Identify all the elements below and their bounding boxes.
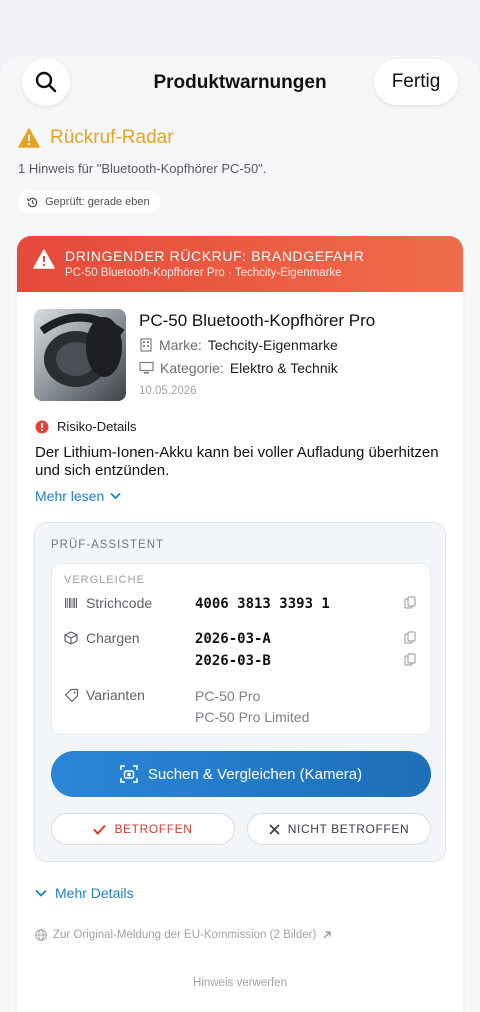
copy-icon[interactable] bbox=[404, 653, 416, 667]
more-details-label: Mehr Details bbox=[55, 885, 134, 901]
warning-icon bbox=[18, 128, 40, 148]
variant-value: PC-50 Pro Limited bbox=[195, 709, 310, 725]
affected-label: BETROFFEN bbox=[114, 822, 193, 836]
batch-value: 2026-03-B bbox=[195, 653, 271, 669]
scan-compare-label: Suchen & Vergleichen (Kamera) bbox=[147, 765, 363, 783]
not-affected-button[interactable]: NICHT BETROFFEN bbox=[247, 813, 431, 845]
globe-icon bbox=[35, 929, 47, 941]
brand-row: Marke: Techcity-Eigenmarke bbox=[139, 337, 338, 353]
affected-button[interactable]: BETROFFEN bbox=[51, 813, 235, 845]
recall-radar-title: Rückruf-Radar bbox=[18, 127, 174, 149]
brand-value: Techcity-Eigenmarke bbox=[207, 337, 338, 353]
building-icon bbox=[140, 338, 152, 352]
category-row: Kategorie: Elektro & Technik bbox=[139, 360, 338, 376]
barcode-value: 4006 3813 3393 1 bbox=[195, 596, 330, 612]
compare-box: VERGLEICHE Strichcode 4006 3813 3393 1 C… bbox=[51, 563, 431, 735]
urgent-recall-banner: DRINGENDER RÜCKRUF: BRANDGEFAHR PC-50 Bl… bbox=[17, 236, 463, 292]
brand-label: Marke: bbox=[159, 337, 202, 353]
hint-count-text: 1 Hinweis für "Bluetooth-Kopfhörer PC-50… bbox=[18, 161, 267, 176]
recall-card: DRINGENDER RÜCKRUF: BRANDGEFAHR PC-50 Bl… bbox=[17, 236, 463, 1012]
read-more-label: Mehr lesen bbox=[35, 488, 105, 504]
product-name: PC-50 Bluetooth-Kopfhörer Pro bbox=[139, 311, 376, 330]
read-more-link[interactable]: Mehr lesen bbox=[35, 488, 121, 504]
check-assistant-panel: PRÜF-ASSISTENT VERGLEICHE Strichcode 400… bbox=[34, 522, 446, 862]
category-label: Kategorie: bbox=[160, 360, 224, 376]
recall-date: 10.05.2026 bbox=[139, 385, 197, 397]
variants-label: Varianten bbox=[86, 687, 145, 703]
monitor-icon bbox=[139, 361, 154, 374]
category-value: Elektro & Technik bbox=[229, 360, 338, 376]
check-icon bbox=[93, 824, 107, 835]
risk-description: Der Lithium-Ionen-Akku kann bei voller A… bbox=[35, 444, 439, 479]
close-icon bbox=[269, 823, 280, 835]
scan-compare-button[interactable]: Suchen & Vergleichen (Kamera) bbox=[51, 751, 431, 797]
done-button[interactable]: Fertig bbox=[374, 59, 458, 105]
more-details-link[interactable]: Mehr Details bbox=[35, 885, 134, 901]
warning-icon bbox=[33, 249, 55, 269]
batches-label: Chargen bbox=[86, 630, 140, 646]
history-icon bbox=[26, 197, 38, 207]
original-report-label: Zur Original-Meldung der EU-Kommission (… bbox=[53, 929, 317, 941]
dismiss-hint-button[interactable]: Hinweis verwerfen bbox=[17, 977, 463, 989]
checked-status-chip: Geprüft: gerade eben bbox=[18, 191, 160, 213]
banner-title: DRINGENDER RÜCKRUF: BRANDGEFAHR bbox=[65, 248, 365, 264]
external-link-icon bbox=[323, 931, 331, 939]
risk-details-label: Risiko-Details bbox=[57, 419, 137, 434]
checked-status-label: Geprüft: gerade eben bbox=[45, 196, 150, 208]
product-image[interactable] bbox=[34, 309, 126, 401]
info-icon bbox=[35, 420, 49, 433]
copy-icon[interactable] bbox=[404, 596, 416, 610]
not-affected-label: NICHT BETROFFEN bbox=[287, 822, 410, 836]
risk-details-heading: Risiko-Details bbox=[35, 419, 136, 434]
barcode-icon bbox=[65, 598, 77, 608]
chevron-down-icon bbox=[110, 492, 121, 500]
variant-value: PC-50 Pro bbox=[195, 688, 261, 704]
banner-subtitle: PC-50 Bluetooth-Kopfhörer Pro · Techcity… bbox=[65, 267, 342, 279]
batch-value: 2026-03-A bbox=[195, 631, 271, 647]
barcode-label: Strichcode bbox=[86, 595, 153, 611]
copy-icon[interactable] bbox=[404, 631, 416, 645]
original-report-link[interactable]: Zur Original-Meldung der EU-Kommission (… bbox=[35, 929, 332, 941]
camera-scan-icon bbox=[120, 765, 138, 783]
box-icon bbox=[64, 631, 78, 645]
top-bar: Produktwarnungen Fertig bbox=[0, 58, 480, 108]
recall-radar-label: Rückruf-Radar bbox=[50, 127, 174, 148]
check-assistant-label: PRÜF-ASSISTENT bbox=[51, 539, 165, 551]
chevron-down-icon bbox=[35, 889, 47, 897]
tag-icon bbox=[64, 688, 79, 702]
compare-label: VERGLEICHE bbox=[64, 574, 145, 586]
